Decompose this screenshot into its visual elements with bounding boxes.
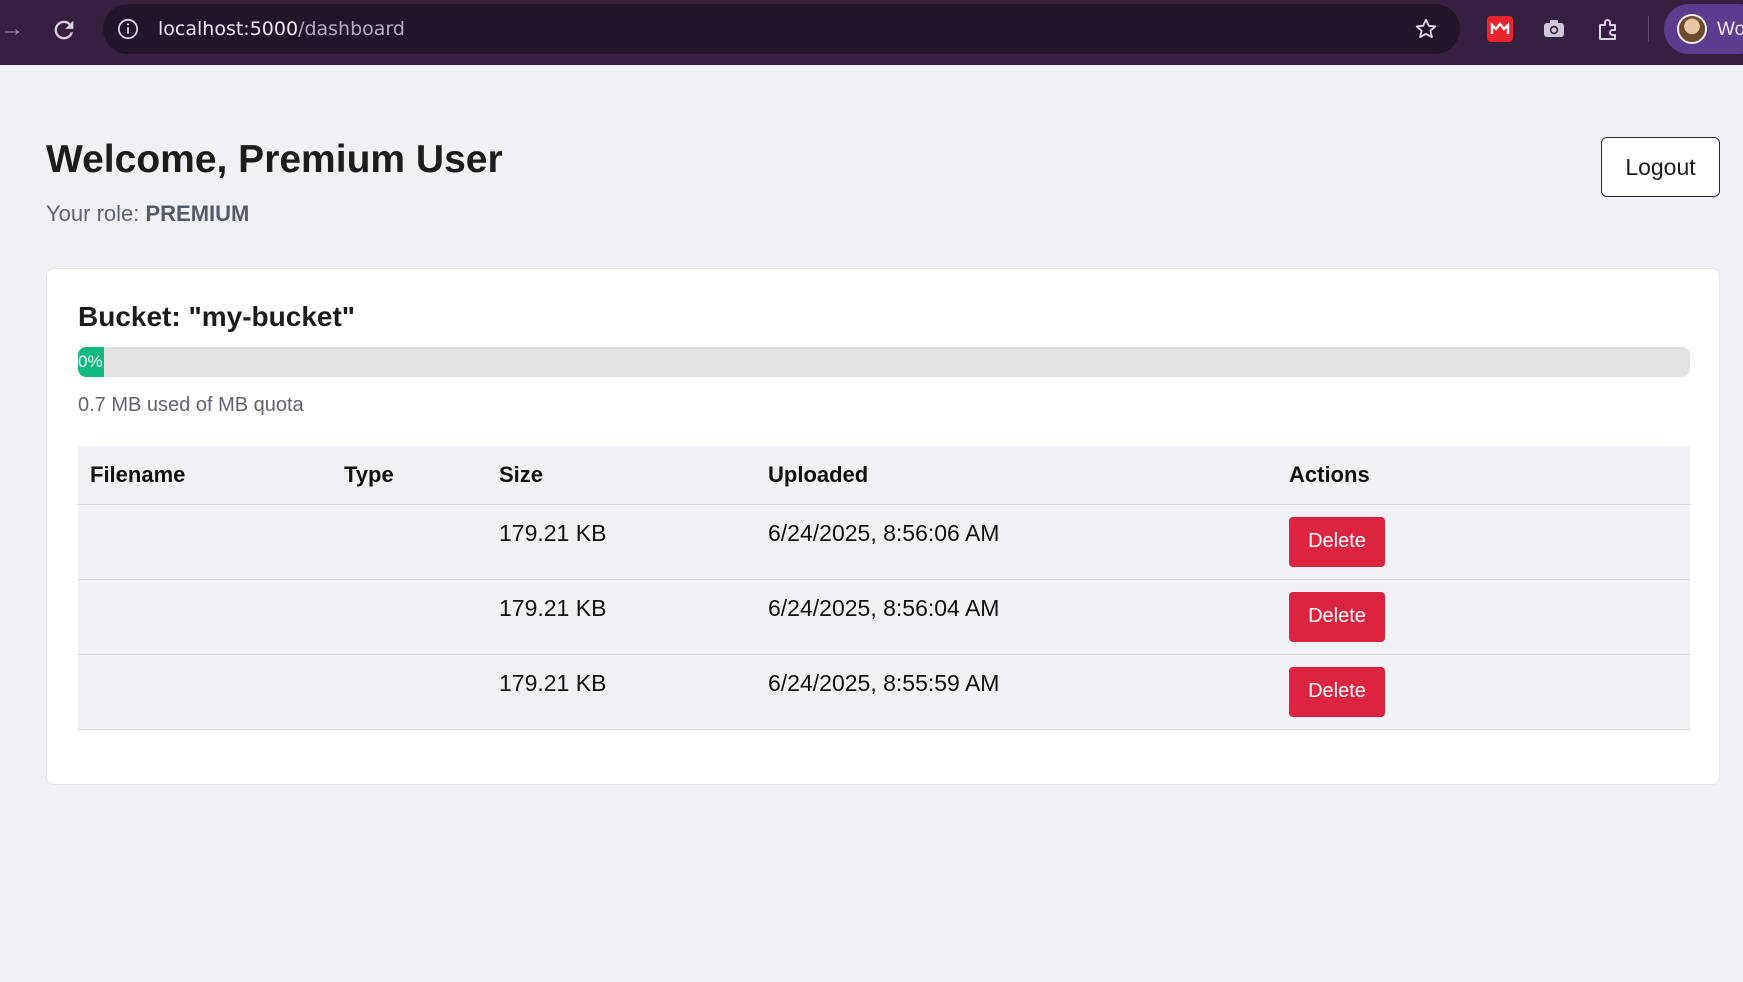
cell-actions: Delete bbox=[1277, 578, 1690, 654]
usage-text: 0.7 MB used of MB quota bbox=[78, 394, 304, 416]
role-value: PREMIUM bbox=[145, 201, 250, 226]
cell-filename bbox=[78, 503, 332, 579]
cell-actions: Delete bbox=[1277, 503, 1690, 579]
toolbar-divider bbox=[1648, 16, 1649, 42]
delete-button[interactable]: Delete bbox=[1289, 516, 1385, 567]
table-header-row: Filename Type Size Uploaded Actions bbox=[78, 446, 1690, 504]
cell-actions: Delete bbox=[1277, 653, 1690, 730]
role-line: Your role: PREMIUM bbox=[46, 201, 249, 227]
cell-uploaded: 6/24/2025, 8:56:04 AM bbox=[756, 578, 1277, 654]
table-row: 179.21 KB 6/24/2025, 8:56:04 AM Delete bbox=[78, 578, 1690, 654]
quota-progress-fill: 0% bbox=[78, 347, 104, 377]
delete-button[interactable]: Delete bbox=[1289, 591, 1385, 642]
table-row: 179.21 KB 6/24/2025, 8:55:59 AM Delete bbox=[78, 653, 1690, 730]
site-info-icon[interactable] bbox=[117, 18, 139, 40]
delete-button[interactable]: Delete bbox=[1289, 666, 1385, 717]
bookmark-star-icon[interactable] bbox=[1414, 17, 1438, 41]
cell-filename bbox=[78, 653, 332, 730]
url-text[interactable]: localhost:5000/dashboard bbox=[158, 18, 405, 40]
page-title: Welcome, Premium User bbox=[46, 138, 503, 181]
address-bar[interactable]: localhost:5000/dashboard bbox=[103, 4, 1460, 54]
cell-type bbox=[332, 578, 487, 654]
header-filename[interactable]: Filename bbox=[78, 446, 332, 504]
profile-name: Wo bbox=[1717, 19, 1743, 40]
browser-toolbar: → localhost:5000/dashboard Wo bbox=[0, 0, 1743, 65]
files-table: Filename Type Size Uploaded Actions 179.… bbox=[78, 446, 1690, 730]
bucket-card: Bucket: "my-bucket" 0% 0.7 MB used of MB… bbox=[46, 268, 1720, 785]
cell-type bbox=[332, 653, 487, 730]
cell-uploaded: 6/24/2025, 8:55:59 AM bbox=[756, 653, 1277, 730]
camera-extension-icon[interactable] bbox=[1541, 16, 1567, 42]
role-prefix: Your role: bbox=[46, 201, 146, 226]
cell-filename bbox=[78, 578, 332, 654]
bucket-title: Bucket: "my-bucket" bbox=[78, 301, 356, 332]
cell-uploaded: 6/24/2025, 8:56:06 AM bbox=[756, 503, 1277, 579]
cell-size: 179.21 KB bbox=[487, 578, 756, 654]
header-actions: Actions bbox=[1277, 446, 1690, 504]
cell-size: 179.21 KB bbox=[487, 653, 756, 730]
profile-button[interactable]: Wo bbox=[1664, 4, 1743, 54]
url-path: /dashboard bbox=[298, 18, 405, 40]
quota-progress-bar: 0% bbox=[78, 347, 1690, 377]
url-host: localhost:5000 bbox=[158, 18, 299, 40]
forward-arrow-icon[interactable]: → bbox=[0, 17, 24, 41]
avatar bbox=[1677, 14, 1707, 44]
extensions-puzzle-icon[interactable] bbox=[1596, 16, 1622, 42]
table-row: 179.21 KB 6/24/2025, 8:56:06 AM Delete bbox=[78, 503, 1690, 579]
header-type[interactable]: Type bbox=[332, 446, 487, 504]
header-uploaded[interactable]: Uploaded bbox=[756, 446, 1277, 504]
header-size[interactable]: Size bbox=[487, 446, 756, 504]
reload-icon[interactable] bbox=[50, 16, 78, 44]
cell-type bbox=[332, 503, 487, 579]
logout-button[interactable]: Logout bbox=[1601, 137, 1720, 197]
extension-red-icon[interactable] bbox=[1487, 16, 1513, 42]
cell-size: 179.21 KB bbox=[487, 503, 756, 579]
